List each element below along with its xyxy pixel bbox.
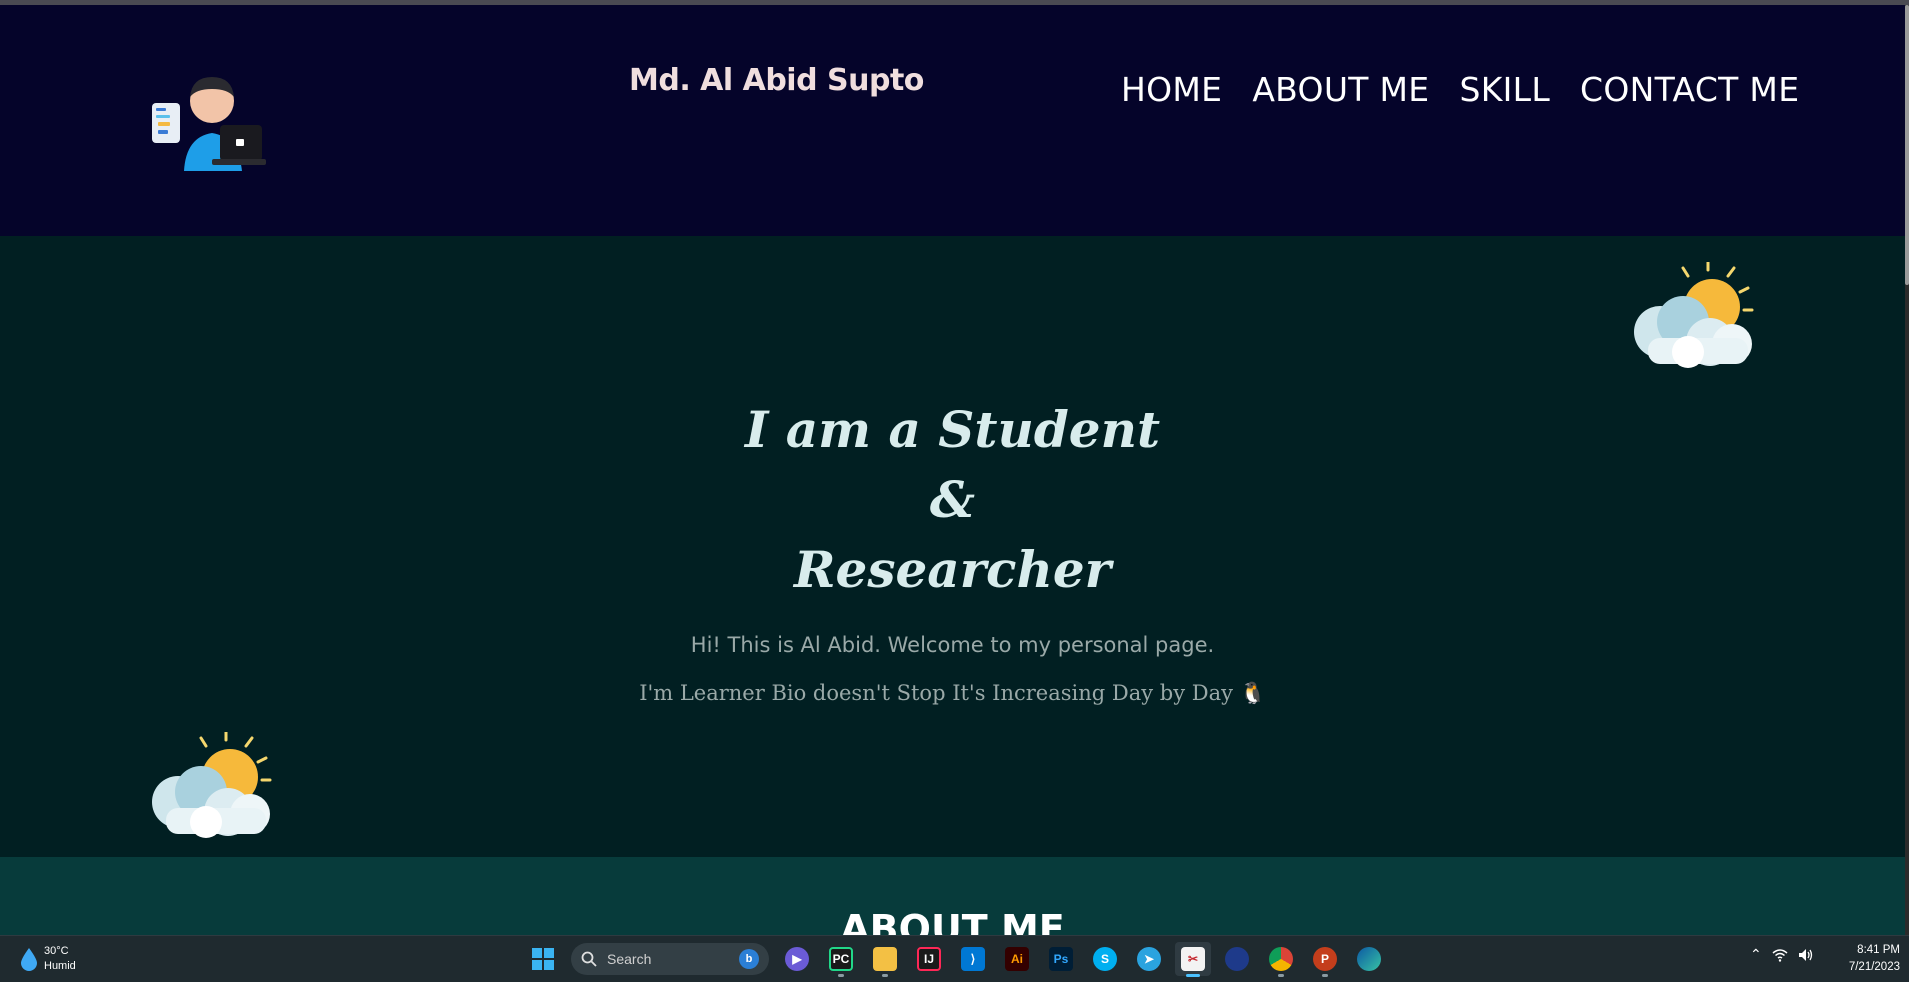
folder-icon xyxy=(873,947,897,971)
sun-cloud-icon xyxy=(152,732,272,838)
about-heading: ABOUT ME xyxy=(840,907,1065,935)
volume-icon[interactable] xyxy=(1798,948,1814,962)
illustrator-icon: Ai xyxy=(1005,947,1029,971)
taskbar-skype[interactable]: S xyxy=(1087,942,1123,976)
scrollbar-thumb[interactable] xyxy=(1905,5,1909,285)
taskbar-search[interactable]: Search b xyxy=(571,943,769,975)
system-tray: ⌃ xyxy=(1750,946,1814,963)
snipping-tool-icon: ✂ xyxy=(1181,947,1205,971)
clock-date: 7/21/2023 xyxy=(1848,961,1900,973)
pycharm-icon: PC xyxy=(829,947,853,971)
weather-temp: 30°C xyxy=(44,945,69,957)
intellij-icon: IJ xyxy=(917,947,941,971)
running-indicator xyxy=(882,974,888,977)
hero-title-line2: & xyxy=(929,470,976,529)
weather-widget[interactable]: 30°C Humid xyxy=(20,944,76,974)
taskbar-telegram[interactable]: ➤ xyxy=(1131,942,1167,976)
app-icon xyxy=(1225,947,1249,971)
active-indicator xyxy=(1186,974,1200,977)
nav-home[interactable]: HOME xyxy=(1121,70,1222,109)
hero-title-line1: I am a Student xyxy=(744,400,1161,459)
site-header: Md. Al Abid Supto HOME ABOUT ME SKILL CO… xyxy=(0,5,1905,236)
clock-time: 8:41 PM xyxy=(1857,944,1900,956)
search-label: Search xyxy=(607,951,652,967)
taskbar-meet[interactable]: ▶ xyxy=(779,942,815,976)
running-indicator xyxy=(1322,974,1328,977)
running-indicator xyxy=(1278,974,1284,977)
taskbar-photoshop[interactable]: Ps xyxy=(1043,942,1079,976)
start-button[interactable] xyxy=(525,942,561,976)
chevron-up-icon[interactable]: ⌃ xyxy=(1750,946,1762,963)
taskbar-edge[interactable] xyxy=(1351,942,1387,976)
taskbar-chrome[interactable] xyxy=(1263,942,1299,977)
powerpoint-icon: P xyxy=(1313,947,1337,971)
running-indicator xyxy=(838,974,844,977)
photoshop-icon: Ps xyxy=(1049,947,1073,971)
vscode-icon: ⟩ xyxy=(961,947,985,971)
taskbar-vscode[interactable]: ⟩ xyxy=(955,942,991,976)
page-scrollbar[interactable] xyxy=(1905,5,1909,935)
nav-about-me[interactable]: ABOUT ME xyxy=(1252,70,1429,109)
taskbar-snipping-tool[interactable]: ✂ xyxy=(1175,942,1211,977)
hero-greeting: Hi! This is Al Abid. Welcome to my perso… xyxy=(690,633,1215,657)
taskbar-pycharm[interactable]: PC xyxy=(823,942,859,977)
taskbar-illustrator[interactable]: Ai xyxy=(999,942,1035,976)
site-title: Md. Al Abid Supto xyxy=(629,63,924,98)
clock[interactable]: 8:41 PM 7/21/2023 xyxy=(1836,942,1900,976)
taskbar: 30°C Humid Search b ▶ PC IJ ⟩ Ai Ps S ➤ … xyxy=(0,935,1909,982)
edge-icon xyxy=(1357,947,1381,971)
skype-icon: S xyxy=(1093,947,1117,971)
weather-desc: Humid xyxy=(44,960,76,972)
nav-contact-me[interactable]: CONTACT ME xyxy=(1580,70,1799,109)
hero-bio: I'm Learner Bio doesn't Stop It's Increa… xyxy=(639,681,1266,705)
sun-cloud-icon xyxy=(1634,262,1754,368)
taskbar-powerpoint[interactable]: P xyxy=(1307,942,1343,977)
nav-skill[interactable]: SKILL xyxy=(1459,70,1550,109)
hero-section: I am a Student & Researcher Hi! This is … xyxy=(0,236,1905,857)
bing-icon: b xyxy=(739,949,759,969)
meet-icon: ▶ xyxy=(785,947,809,971)
main-nav: HOME ABOUT ME SKILL CONTACT ME xyxy=(1121,70,1799,109)
taskbar-intellij[interactable]: IJ xyxy=(911,942,947,976)
taskbar-apps: Search b ▶ PC IJ ⟩ Ai Ps S ➤ ✂ P xyxy=(525,942,1387,977)
developer-avatar-logo[interactable] xyxy=(150,75,266,171)
hero-title-line3: Researcher xyxy=(793,540,1112,599)
telegram-icon: ➤ xyxy=(1137,947,1161,971)
about-section: ABOUT ME xyxy=(0,857,1905,935)
windows-icon xyxy=(532,948,554,970)
search-icon xyxy=(581,951,597,967)
raindrop-icon xyxy=(21,948,37,971)
wifi-icon[interactable] xyxy=(1772,948,1788,962)
taskbar-app-blue[interactable] xyxy=(1219,942,1255,976)
chrome-icon xyxy=(1269,947,1293,971)
taskbar-file-explorer[interactable] xyxy=(867,942,903,977)
